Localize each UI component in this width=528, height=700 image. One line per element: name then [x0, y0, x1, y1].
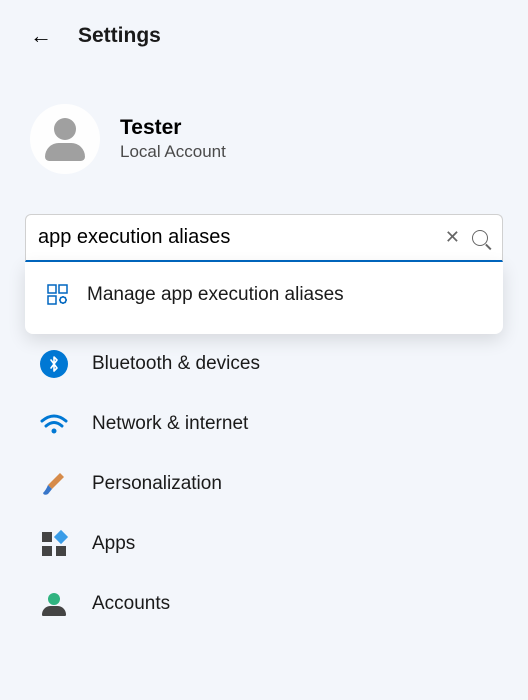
wifi-icon: [40, 410, 68, 438]
user-profile[interactable]: Tester Local Account: [0, 64, 528, 204]
clear-icon[interactable]: ✕: [435, 227, 470, 248]
apps-icon: [40, 530, 68, 558]
user-info: Tester Local Account: [120, 116, 226, 162]
nav-label: Apps: [92, 533, 135, 555]
search-suggestions: Manage app execution aliases: [25, 262, 503, 334]
nav-label: Personalization: [92, 473, 222, 495]
apps-config-icon: [47, 284, 69, 306]
back-arrow-icon[interactable]: ←: [30, 25, 52, 47]
header-bar: ← Settings: [0, 0, 528, 64]
nav-item-network[interactable]: Network & internet: [25, 394, 503, 454]
nav-item-bluetooth[interactable]: Bluetooth & devices: [25, 334, 503, 394]
suggestion-label: Manage app execution aliases: [87, 284, 344, 306]
nav-item-accounts[interactable]: Accounts: [25, 574, 503, 634]
user-name: Tester: [120, 116, 226, 140]
accounts-icon: [40, 590, 68, 618]
nav-label: Network & internet: [92, 413, 248, 435]
nav-label: Bluetooth & devices: [92, 353, 260, 375]
nav-item-apps[interactable]: Apps: [25, 514, 503, 574]
search-icon[interactable]: [470, 228, 490, 248]
nav-item-personalization[interactable]: Personalization: [25, 454, 503, 514]
search-box[interactable]: ✕: [25, 214, 503, 262]
suggestion-item[interactable]: Manage app execution aliases: [25, 272, 503, 318]
brush-icon: [40, 470, 68, 498]
nav-list: Bluetooth & devices Network & internet P…: [0, 334, 528, 634]
nav-label: Accounts: [92, 593, 170, 615]
search-input[interactable]: [38, 226, 435, 249]
page-title: Settings: [78, 24, 161, 48]
avatar: [30, 104, 100, 174]
bluetooth-icon: [40, 350, 68, 378]
user-account-type: Local Account: [120, 142, 226, 162]
search-container: ✕ Manage app execution aliases: [25, 214, 503, 262]
